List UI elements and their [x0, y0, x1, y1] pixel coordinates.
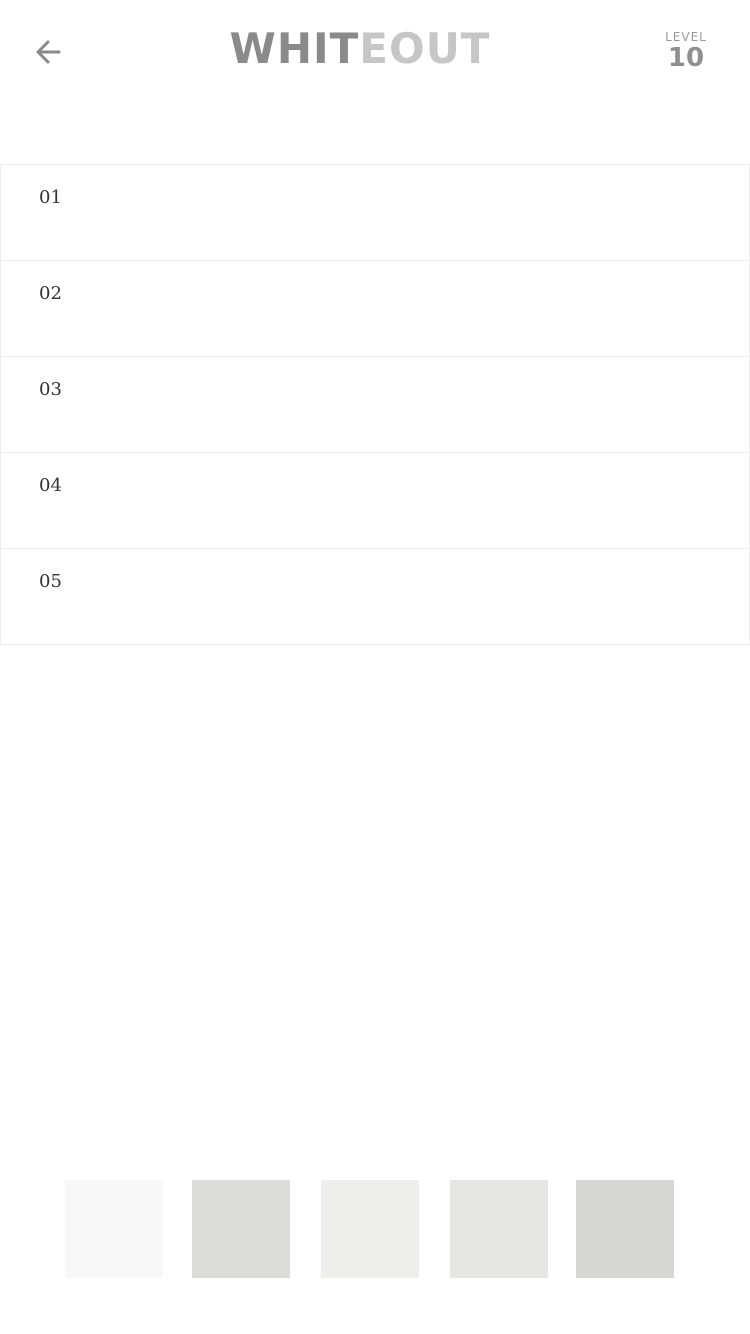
color-swatch-5[interactable] [576, 1180, 674, 1278]
color-swatch-1[interactable] [65, 1180, 163, 1278]
guess-rows: 01 02 03 04 05 [0, 164, 750, 645]
row-number: 03 [39, 379, 62, 400]
title-part-dark: WHIT [229, 24, 360, 73]
color-swatch-4[interactable] [450, 1180, 548, 1278]
header: WHITEOUT LEVEL 10 [0, 0, 750, 110]
level-indicator: LEVEL 10 [656, 30, 716, 72]
row-number: 05 [39, 571, 62, 592]
guess-row-4[interactable]: 04 [0, 452, 750, 548]
guess-row-2[interactable]: 02 [0, 260, 750, 356]
guess-row-1[interactable]: 01 [0, 164, 750, 260]
color-swatch-3[interactable] [321, 1180, 419, 1278]
title-part-light: EOUT [359, 24, 491, 73]
level-value: 10 [667, 43, 705, 73]
row-number: 02 [39, 283, 62, 304]
game-title: WHITEOUT [0, 24, 720, 74]
color-palette [0, 1180, 750, 1280]
row-number: 04 [39, 475, 62, 496]
row-number: 01 [39, 187, 62, 208]
color-swatch-2[interactable] [192, 1180, 290, 1278]
level-label: LEVEL [665, 30, 707, 44]
guess-row-3[interactable]: 03 [0, 356, 750, 452]
guess-row-5[interactable]: 05 [0, 548, 750, 645]
